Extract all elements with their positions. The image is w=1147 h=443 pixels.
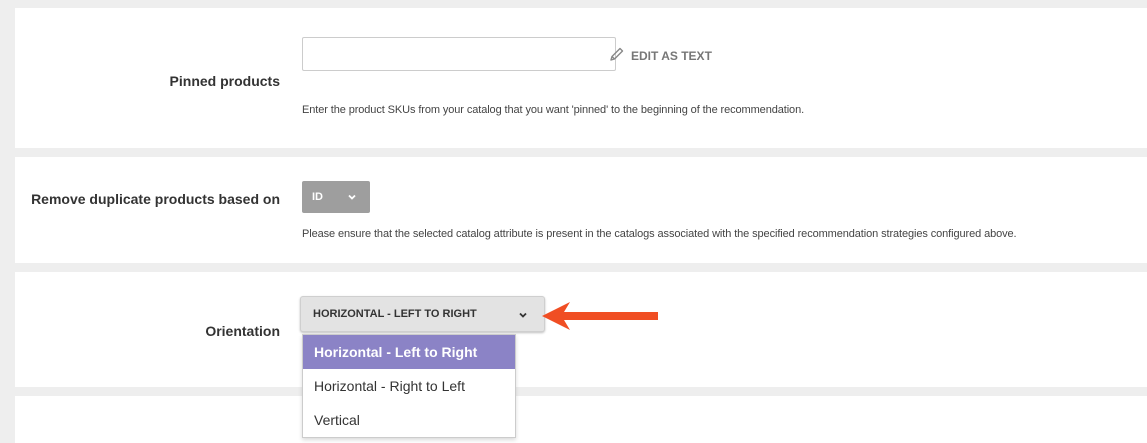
- orientation-selected-value: HORIZONTAL - LEFT TO RIGHT: [313, 308, 477, 320]
- dedupe-attribute-select[interactable]: ID: [302, 181, 370, 213]
- pencil-icon: [609, 46, 625, 65]
- chevron-down-icon: [348, 194, 356, 200]
- dedupe-help: Please ensure that the selected catalog …: [302, 228, 1017, 240]
- pinned-products-help: Enter the product SKUs from your catalog…: [302, 104, 805, 116]
- red-arrow-icon: [542, 302, 658, 330]
- orientation-select[interactable]: HORIZONTAL - LEFT TO RIGHT: [300, 296, 545, 332]
- next-setting-panel: [15, 396, 1147, 443]
- orientation-dropdown-menu: Horizontal - Left to Right Horizontal - …: [302, 334, 516, 438]
- edit-as-text-button[interactable]: EDIT AS TEXT: [609, 46, 712, 65]
- pinned-products-panel: Pinned products EDIT AS TEXT Enter the p…: [15, 8, 1147, 148]
- orientation-option-horizontal-ltr[interactable]: Horizontal - Left to Right: [303, 335, 515, 369]
- dedupe-selected-value: ID: [312, 191, 323, 203]
- pinned-products-input[interactable]: [302, 37, 616, 71]
- pinned-products-label: Pinned products: [169, 73, 280, 89]
- orientation-label: Orientation: [205, 323, 280, 339]
- dedupe-label: Remove duplicate products based on: [31, 191, 280, 207]
- orientation-option-horizontal-rtl[interactable]: Horizontal - Right to Left: [303, 369, 515, 403]
- orientation-option-vertical[interactable]: Vertical: [303, 403, 515, 437]
- chevron-down-icon: [519, 312, 527, 318]
- dedupe-panel: Remove duplicate products based on ID Pl…: [15, 157, 1147, 263]
- edit-as-text-label: EDIT AS TEXT: [631, 48, 712, 63]
